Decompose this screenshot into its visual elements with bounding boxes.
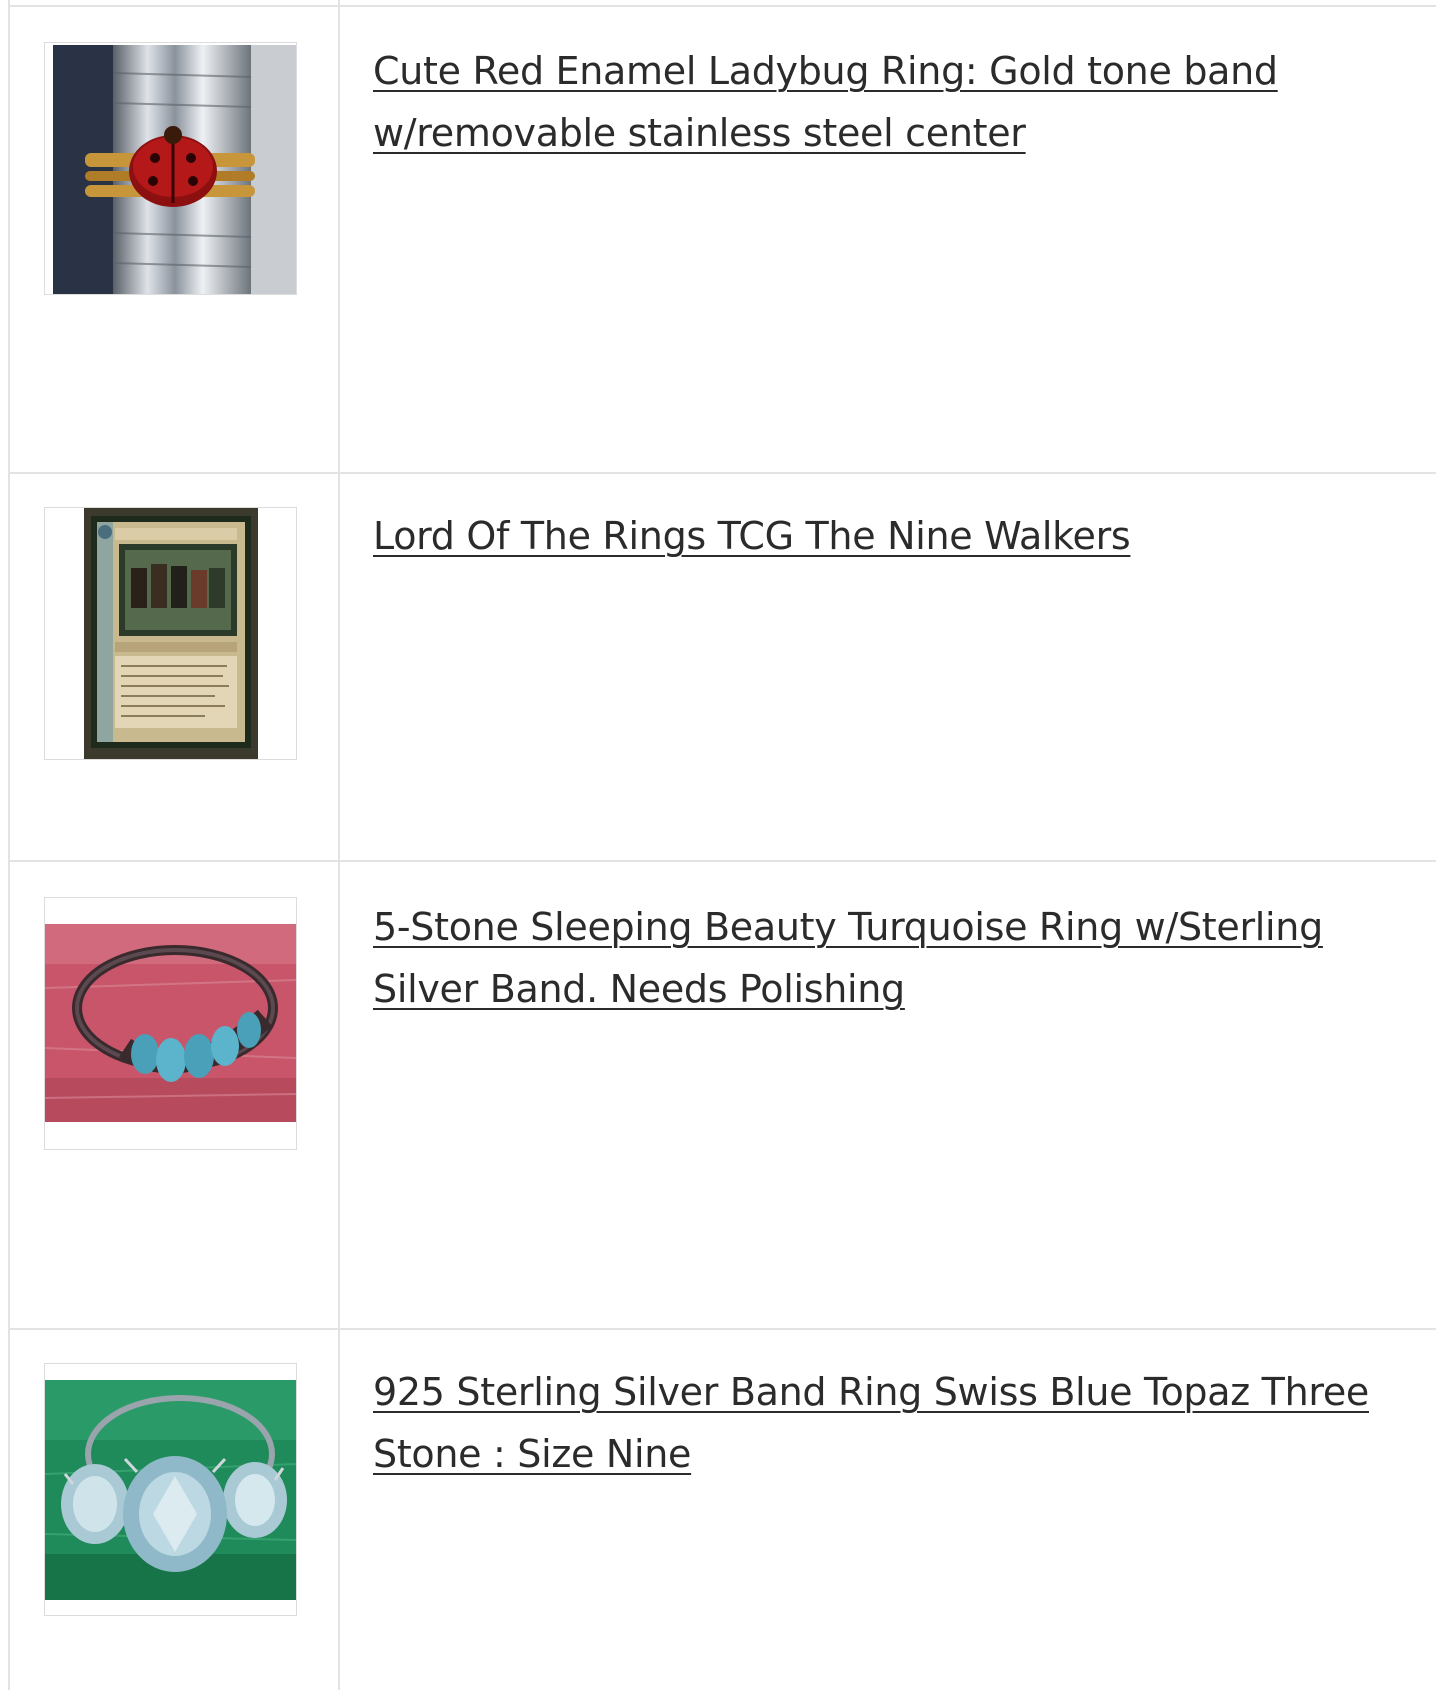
ladybug-ring-photo-icon — [53, 45, 296, 294]
listing-thumbnail[interactable] — [44, 897, 297, 1150]
listing-title-link[interactable]: Lord Of The Rings TCG The Nine Walkers — [373, 505, 1403, 567]
listing-thumbnail[interactable] — [44, 507, 297, 760]
listing-table: Cute Red Enamel Ladybug Ring: Gold tone … — [8, 0, 1436, 1690]
table-row: 5-Stone Sleeping Beauty Turquoise Ring w… — [8, 862, 1436, 1328]
listing-thumbnail[interactable] — [44, 42, 297, 295]
topaz-ring-photo-icon — [45, 1380, 296, 1600]
listing-title-link[interactable]: Cute Red Enamel Ladybug Ring: Gold tone … — [373, 40, 1403, 164]
turquoise-ring-photo-icon — [45, 924, 296, 1122]
listing-title-link[interactable]: 5-Stone Sleeping Beauty Turquoise Ring w… — [373, 896, 1403, 1020]
listing-title-link[interactable]: 925 Sterling Silver Band Ring Swiss Blue… — [373, 1361, 1403, 1485]
table-row: Lord Of The Rings TCG The Nine Walkers — [8, 474, 1436, 860]
table-row: Cute Red Enamel Ladybug Ring: Gold tone … — [8, 7, 1436, 472]
trading-card-photo-icon — [84, 508, 258, 759]
listing-thumbnail[interactable] — [44, 1363, 297, 1616]
table-row: 925 Sterling Silver Band Ring Swiss Blue… — [8, 1330, 1436, 1690]
